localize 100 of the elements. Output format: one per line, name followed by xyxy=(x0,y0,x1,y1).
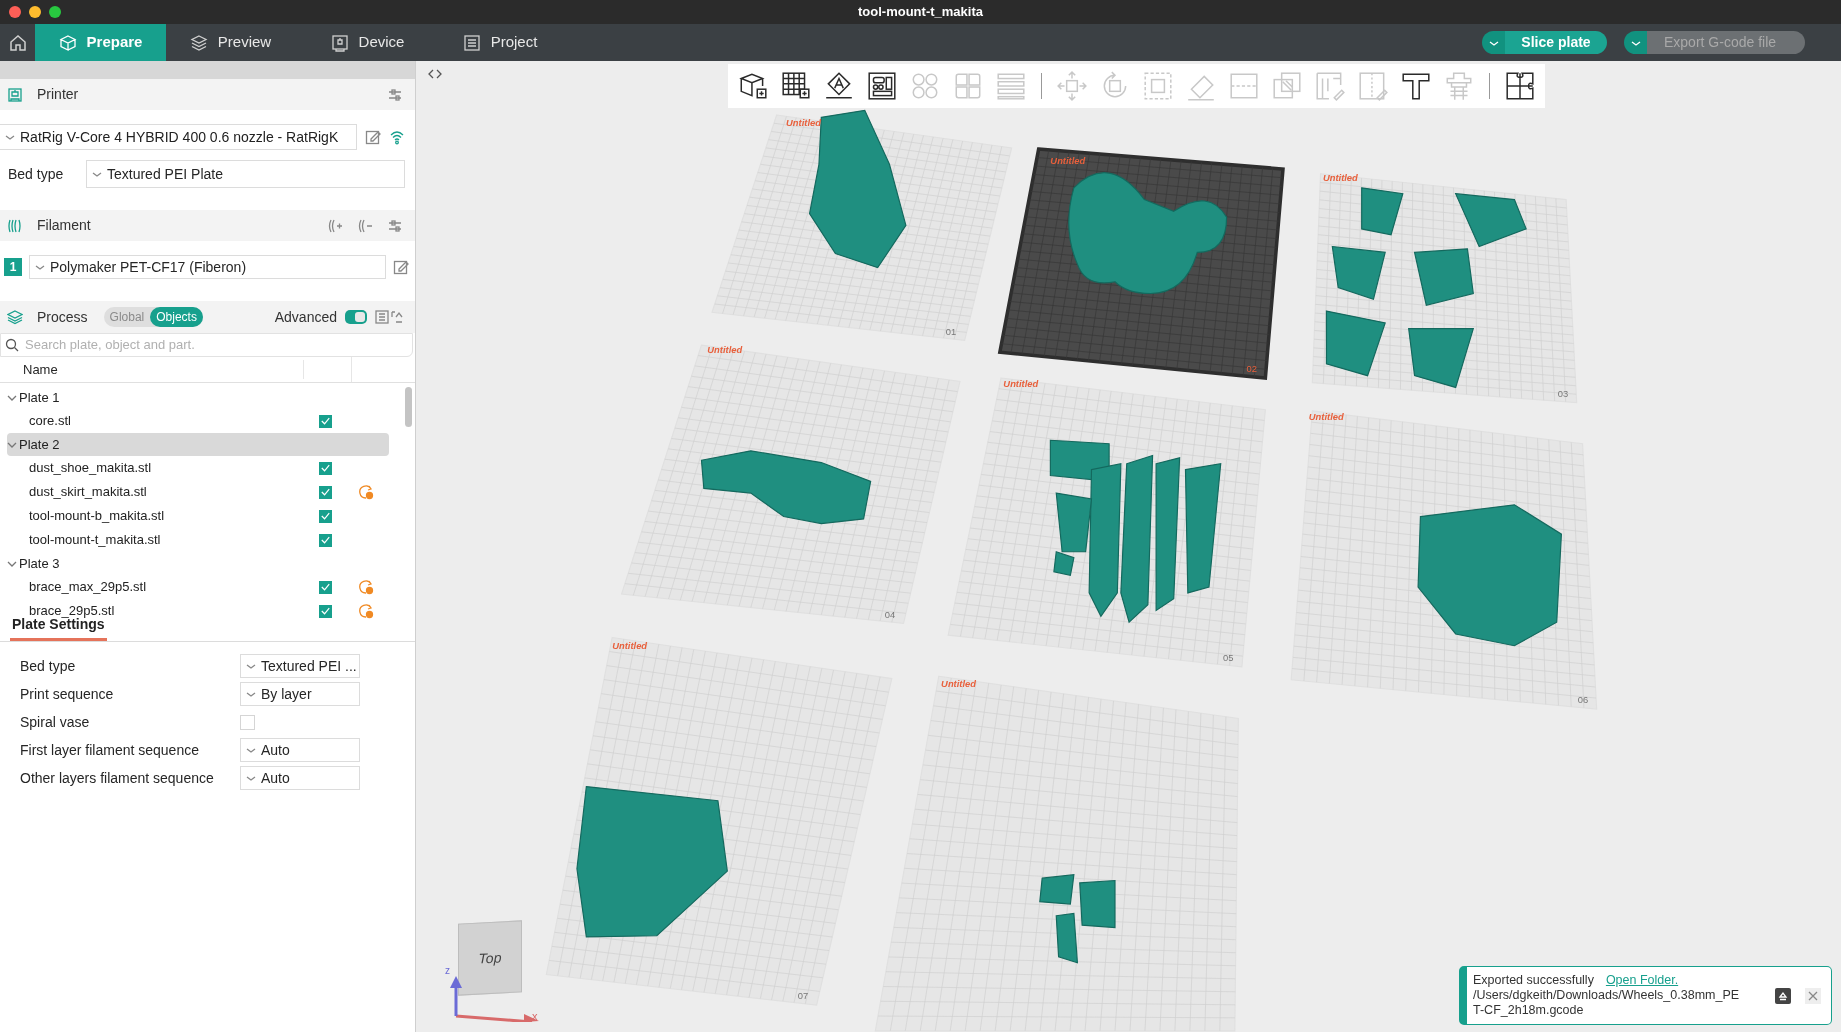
edit-icon xyxy=(393,259,409,275)
advanced-toggle[interactable] xyxy=(345,310,367,324)
wifi-icon xyxy=(389,129,405,145)
model-part[interactable] xyxy=(1417,504,1562,647)
visibility-checkbox[interactable] xyxy=(319,580,332,594)
plate-name: Plate 1 xyxy=(19,388,60,407)
visibility-checkbox[interactable] xyxy=(319,461,332,475)
printer-icon xyxy=(7,86,23,103)
visibility-checkbox[interactable] xyxy=(319,533,332,547)
model-part[interactable] xyxy=(1454,193,1527,248)
plate-label: Untitled xyxy=(707,344,743,356)
model-part[interactable] xyxy=(1053,551,1075,576)
object-name[interactable]: tool-mount-t_makita.stl xyxy=(7,530,319,550)
plate-label: Untitled xyxy=(1003,378,1039,390)
visibility-checkbox[interactable] xyxy=(319,414,332,428)
plate-label: Untitled xyxy=(612,640,648,652)
model-part[interactable] xyxy=(1120,454,1154,624)
plate-number: 03 xyxy=(1557,387,1569,399)
printer-preset: RatRig V-Core 4 HYBRID 400 0.6 nozzle - RatRigK xyxy=(20,127,339,147)
dropdown-button[interactable] xyxy=(1482,31,1505,54)
object-name[interactable]: core.stl xyxy=(7,411,319,431)
close-window-button[interactable] xyxy=(9,6,21,18)
model-part[interactable] xyxy=(1039,874,1075,905)
filament-select[interactable]: Polymaker PET-CF17 (Fiberon) xyxy=(29,255,386,279)
tree-row[interactable]: Plate 3 xyxy=(7,552,389,575)
object-name[interactable]: brace_max_29p5.stl xyxy=(7,577,319,597)
model-part[interactable] xyxy=(1413,248,1474,306)
tab[interactable]: Project xyxy=(440,24,560,61)
plate-number: 04 xyxy=(884,608,896,620)
select-value: Auto xyxy=(261,740,290,760)
close-button[interactable] xyxy=(1805,987,1821,1004)
dropdown-button[interactable] xyxy=(1624,31,1647,54)
plate-label: Untitled xyxy=(1322,171,1358,183)
select-value: Auto xyxy=(261,768,290,788)
model-part[interactable] xyxy=(700,450,872,525)
model-part[interactable] xyxy=(1155,457,1181,612)
visibility-checkbox[interactable] xyxy=(319,485,332,499)
model-part[interactable] xyxy=(1361,187,1404,236)
window-title: tool-mount-t_makita xyxy=(858,3,983,22)
chevrons-icon xyxy=(428,68,442,80)
axis-label: z xyxy=(445,964,450,978)
file-path: /Users/dgkeith/Downloads/Wheels_0.38mm_PET-CF_2h18m.gcode xyxy=(1473,988,1741,1018)
setting-label: Bed type xyxy=(20,656,77,676)
filament-number-badge: 1 xyxy=(4,258,22,276)
object-name[interactable]: dust_skirt_makita.stl xyxy=(7,482,319,502)
scrollbar-thumb[interactable] xyxy=(405,387,412,427)
printer-select[interactable]: RatRig V-Core 4 HYBRID 400 0.6 nozzle - RatRigK xyxy=(0,124,357,150)
layers-icon xyxy=(189,33,208,52)
setting-select[interactable]: Auto xyxy=(240,738,360,762)
zoom-window-button[interactable] xyxy=(49,6,61,18)
section-title: Filament xyxy=(37,216,92,235)
object-name[interactable]: dust_shoe_makita.stl xyxy=(7,458,319,478)
edit-icon xyxy=(365,129,381,145)
tree-row[interactable]: Plate 1 xyxy=(7,386,389,409)
column-header: Name xyxy=(0,359,304,380)
tab[interactable]: Device xyxy=(295,24,440,61)
plate-number: 02 xyxy=(1246,363,1257,375)
sliders-icon xyxy=(387,86,403,103)
tree-row[interactable]: Plate 2 xyxy=(7,433,389,456)
section-title: Process xyxy=(37,307,88,327)
setting-select[interactable]: Auto xyxy=(240,766,360,790)
object-name[interactable]: tool-mount-b_makita.stl xyxy=(7,506,319,526)
model-part[interactable] xyxy=(1055,912,1079,964)
plate-name: Plate 3 xyxy=(19,554,60,573)
setting-select[interactable]: Textured PEI ... xyxy=(240,654,360,678)
search-input[interactable]: Search plate, object and part. xyxy=(25,335,412,355)
setting-label: First layer filament sequence xyxy=(20,740,200,760)
notification-message: Exported successfully xyxy=(1473,973,1594,988)
eject-button[interactable] xyxy=(1775,987,1791,1004)
search-field[interactable]: Search plate, object and part. xyxy=(0,333,413,357)
setting-select[interactable]: By layer xyxy=(240,682,360,706)
cube-icon xyxy=(58,33,77,52)
field-label: Bed type xyxy=(8,164,65,184)
select-value: Textured PEI ... xyxy=(261,656,357,676)
plate-number: 01 xyxy=(945,325,957,337)
minimize-window-button[interactable] xyxy=(29,6,41,18)
setting-checkbox[interactable] xyxy=(240,714,255,730)
setting-label: Spiral vase xyxy=(20,712,91,732)
view-cube-face-label: Top xyxy=(478,947,502,969)
add-filament-icon xyxy=(327,217,343,234)
setting-label: Print sequence xyxy=(20,684,115,704)
model-part[interactable] xyxy=(1184,463,1222,594)
model-part[interactable] xyxy=(1408,328,1475,389)
visibility-checkbox[interactable] xyxy=(319,509,332,523)
eject-icon xyxy=(1778,990,1788,1001)
bed-type-select[interactable]: Textured PEI Plate xyxy=(86,160,405,188)
model-part[interactable] xyxy=(1079,879,1116,929)
filament-icon xyxy=(7,217,23,234)
close-icon xyxy=(1808,990,1818,1001)
layers-icon xyxy=(7,309,23,325)
model-part[interactable] xyxy=(1331,245,1386,301)
search-icon xyxy=(5,338,19,352)
select-value: By layer xyxy=(261,684,312,704)
view-cube[interactable]: Top xyxy=(458,920,522,996)
visibility-checkbox[interactable] xyxy=(319,604,332,618)
model-part[interactable] xyxy=(576,785,728,938)
tab[interactable]: Preview xyxy=(166,24,295,61)
home-icon xyxy=(8,33,27,52)
plate-label: Untitled xyxy=(1308,411,1344,423)
model-part[interactable] xyxy=(1325,310,1386,377)
